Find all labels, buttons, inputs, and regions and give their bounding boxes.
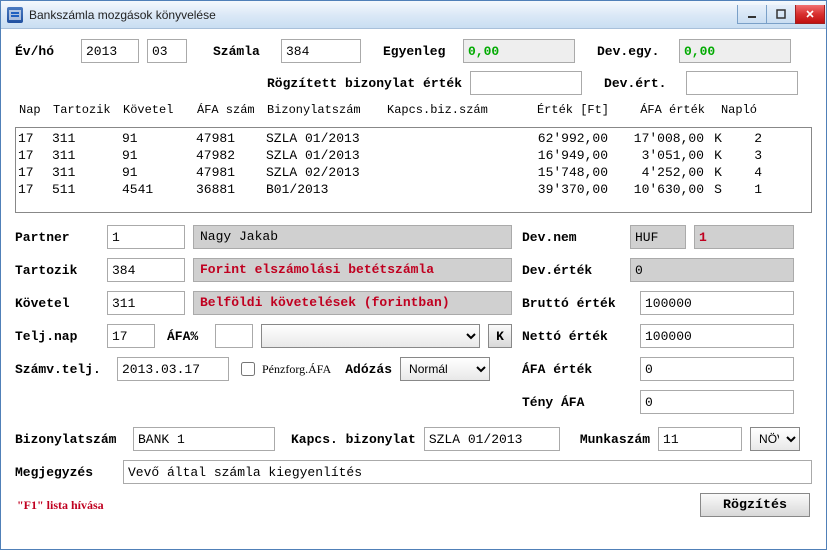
kapcsbiz-input[interactable] <box>424 427 560 451</box>
table-row[interactable]: 173119147982SZLA 01/201316'949,003'051,0… <box>18 147 809 164</box>
bizszam-label: Bizonylatszám <box>15 432 125 447</box>
col-naplo: Napló <box>709 103 769 117</box>
afapct-input[interactable] <box>215 324 253 348</box>
kovetel-code-input[interactable] <box>107 291 185 315</box>
egyenleg-value <box>463 39 575 63</box>
partner-label: Partner <box>15 230 99 245</box>
submit-button[interactable]: Rögzítés <box>700 493 810 517</box>
transactions-grid[interactable]: 173119147981SZLA 01/201362'992,0017'008,… <box>15 127 812 213</box>
devrate-value <box>694 225 794 249</box>
tenyafa-label: Tény ÁFA <box>522 395 632 410</box>
close-button[interactable] <box>795 5 825 24</box>
col-bizszam: Bizonylatszám <box>267 103 387 117</box>
maximize-button[interactable] <box>766 5 796 24</box>
szamla-label: Számla <box>213 44 273 59</box>
col-tartozik: Tartozik <box>53 103 123 117</box>
teljnap-label: Telj.nap <box>15 329 99 344</box>
netto-label: Nettó érték <box>522 329 632 344</box>
devertek-label: Dev.érték <box>522 263 622 278</box>
megj-label: Megjegyzés <box>15 465 115 480</box>
app-icon <box>7 7 23 23</box>
devert-input[interactable] <box>686 71 798 95</box>
col-kovetel: Követel <box>123 103 197 117</box>
kapcsbiz-label: Kapcs. bizonylat <box>291 432 416 447</box>
egyenleg-label: Egyenleg <box>383 44 455 59</box>
window-frame: Bankszámla mozgások könyvelése Év/hó Szá… <box>0 0 827 550</box>
ho-input[interactable] <box>147 39 187 63</box>
devertek-value <box>630 258 794 282</box>
table-row[interactable]: 173119147981SZLA 02/201315'748,004'252,0… <box>18 164 809 181</box>
adozas-label: Adózás <box>345 362 392 377</box>
window-title: Bankszámla mozgások könyvelése <box>29 8 738 22</box>
kovetel-desc: Belföldi követelések (forintban) <box>193 291 512 315</box>
szamla-input[interactable] <box>281 39 361 63</box>
tartozik-desc: Forint elszámolási betétszámla <box>193 258 512 282</box>
teljnap-input[interactable] <box>107 324 155 348</box>
nov-combo[interactable]: NÖV <box>750 427 800 451</box>
megj-input[interactable] <box>123 460 812 484</box>
tenyafa-input[interactable] <box>640 390 794 414</box>
penzforg-checkbox-box[interactable] <box>241 362 255 376</box>
tartozik-code-input[interactable] <box>107 258 185 282</box>
col-afaertek: ÁFA érték <box>609 103 709 117</box>
bizszam-input[interactable] <box>133 427 275 451</box>
devert-label: Dev.ért. <box>604 76 678 91</box>
szamvtelj-label: Számv.telj. <box>15 362 109 377</box>
devegy-value <box>679 39 791 63</box>
table-row[interactable]: 17511454136881B01/201339'370,0010'630,00… <box>18 181 809 198</box>
table-row[interactable]: 173119147981SZLA 01/201362'992,0017'008,… <box>18 130 809 147</box>
devnem-label: Dev.nem <box>522 230 622 245</box>
rogzbiz-label: Rögzített bizonylat érték <box>267 76 462 91</box>
naplo-toggle-button[interactable]: K <box>488 324 512 348</box>
szamvtelj-input[interactable] <box>117 357 229 381</box>
evho-label: Év/hó <box>15 44 73 59</box>
minimize-button[interactable] <box>737 5 767 24</box>
afaertek-input[interactable] <box>640 357 794 381</box>
netto-input[interactable] <box>640 324 794 348</box>
f1-hint: "F1" lista hívása <box>17 498 104 513</box>
partner-code-input[interactable] <box>107 225 185 249</box>
kovetel-label: Követel <box>15 296 99 311</box>
afaertek-label: ÁFA érték <box>522 362 632 377</box>
col-kapcsbiz: Kapcs.biz.szám <box>387 103 501 117</box>
adozas-combo[interactable]: Normál <box>400 357 490 381</box>
partner-name: Nagy Jakab <box>193 225 512 249</box>
col-nap: Nap <box>19 103 53 117</box>
devegy-label: Dev.egy. <box>597 44 671 59</box>
rogzbiz-input[interactable] <box>470 71 582 95</box>
col-afaszam: ÁFA szám <box>197 103 267 117</box>
devnem-value <box>630 225 686 249</box>
ev-input[interactable] <box>81 39 139 63</box>
titlebar[interactable]: Bankszámla mozgások könyvelése <box>1 1 826 29</box>
munkaszam-label: Munkaszám <box>580 432 650 447</box>
brutto-input[interactable] <box>640 291 794 315</box>
afa-desc-combo[interactable] <box>261 324 480 348</box>
penzforg-checkbox[interactable]: Pénzforg.ÁFA <box>237 359 331 379</box>
brutto-label: Bruttó érték <box>522 296 632 311</box>
munkaszam-input[interactable] <box>658 427 742 451</box>
afapct-label: ÁFA% <box>167 329 207 344</box>
col-ertek: Érték [Ft] <box>501 103 609 117</box>
penzforg-label: Pénzforg.ÁFA <box>262 362 331 377</box>
tartozik-label: Tartozik <box>15 263 99 278</box>
